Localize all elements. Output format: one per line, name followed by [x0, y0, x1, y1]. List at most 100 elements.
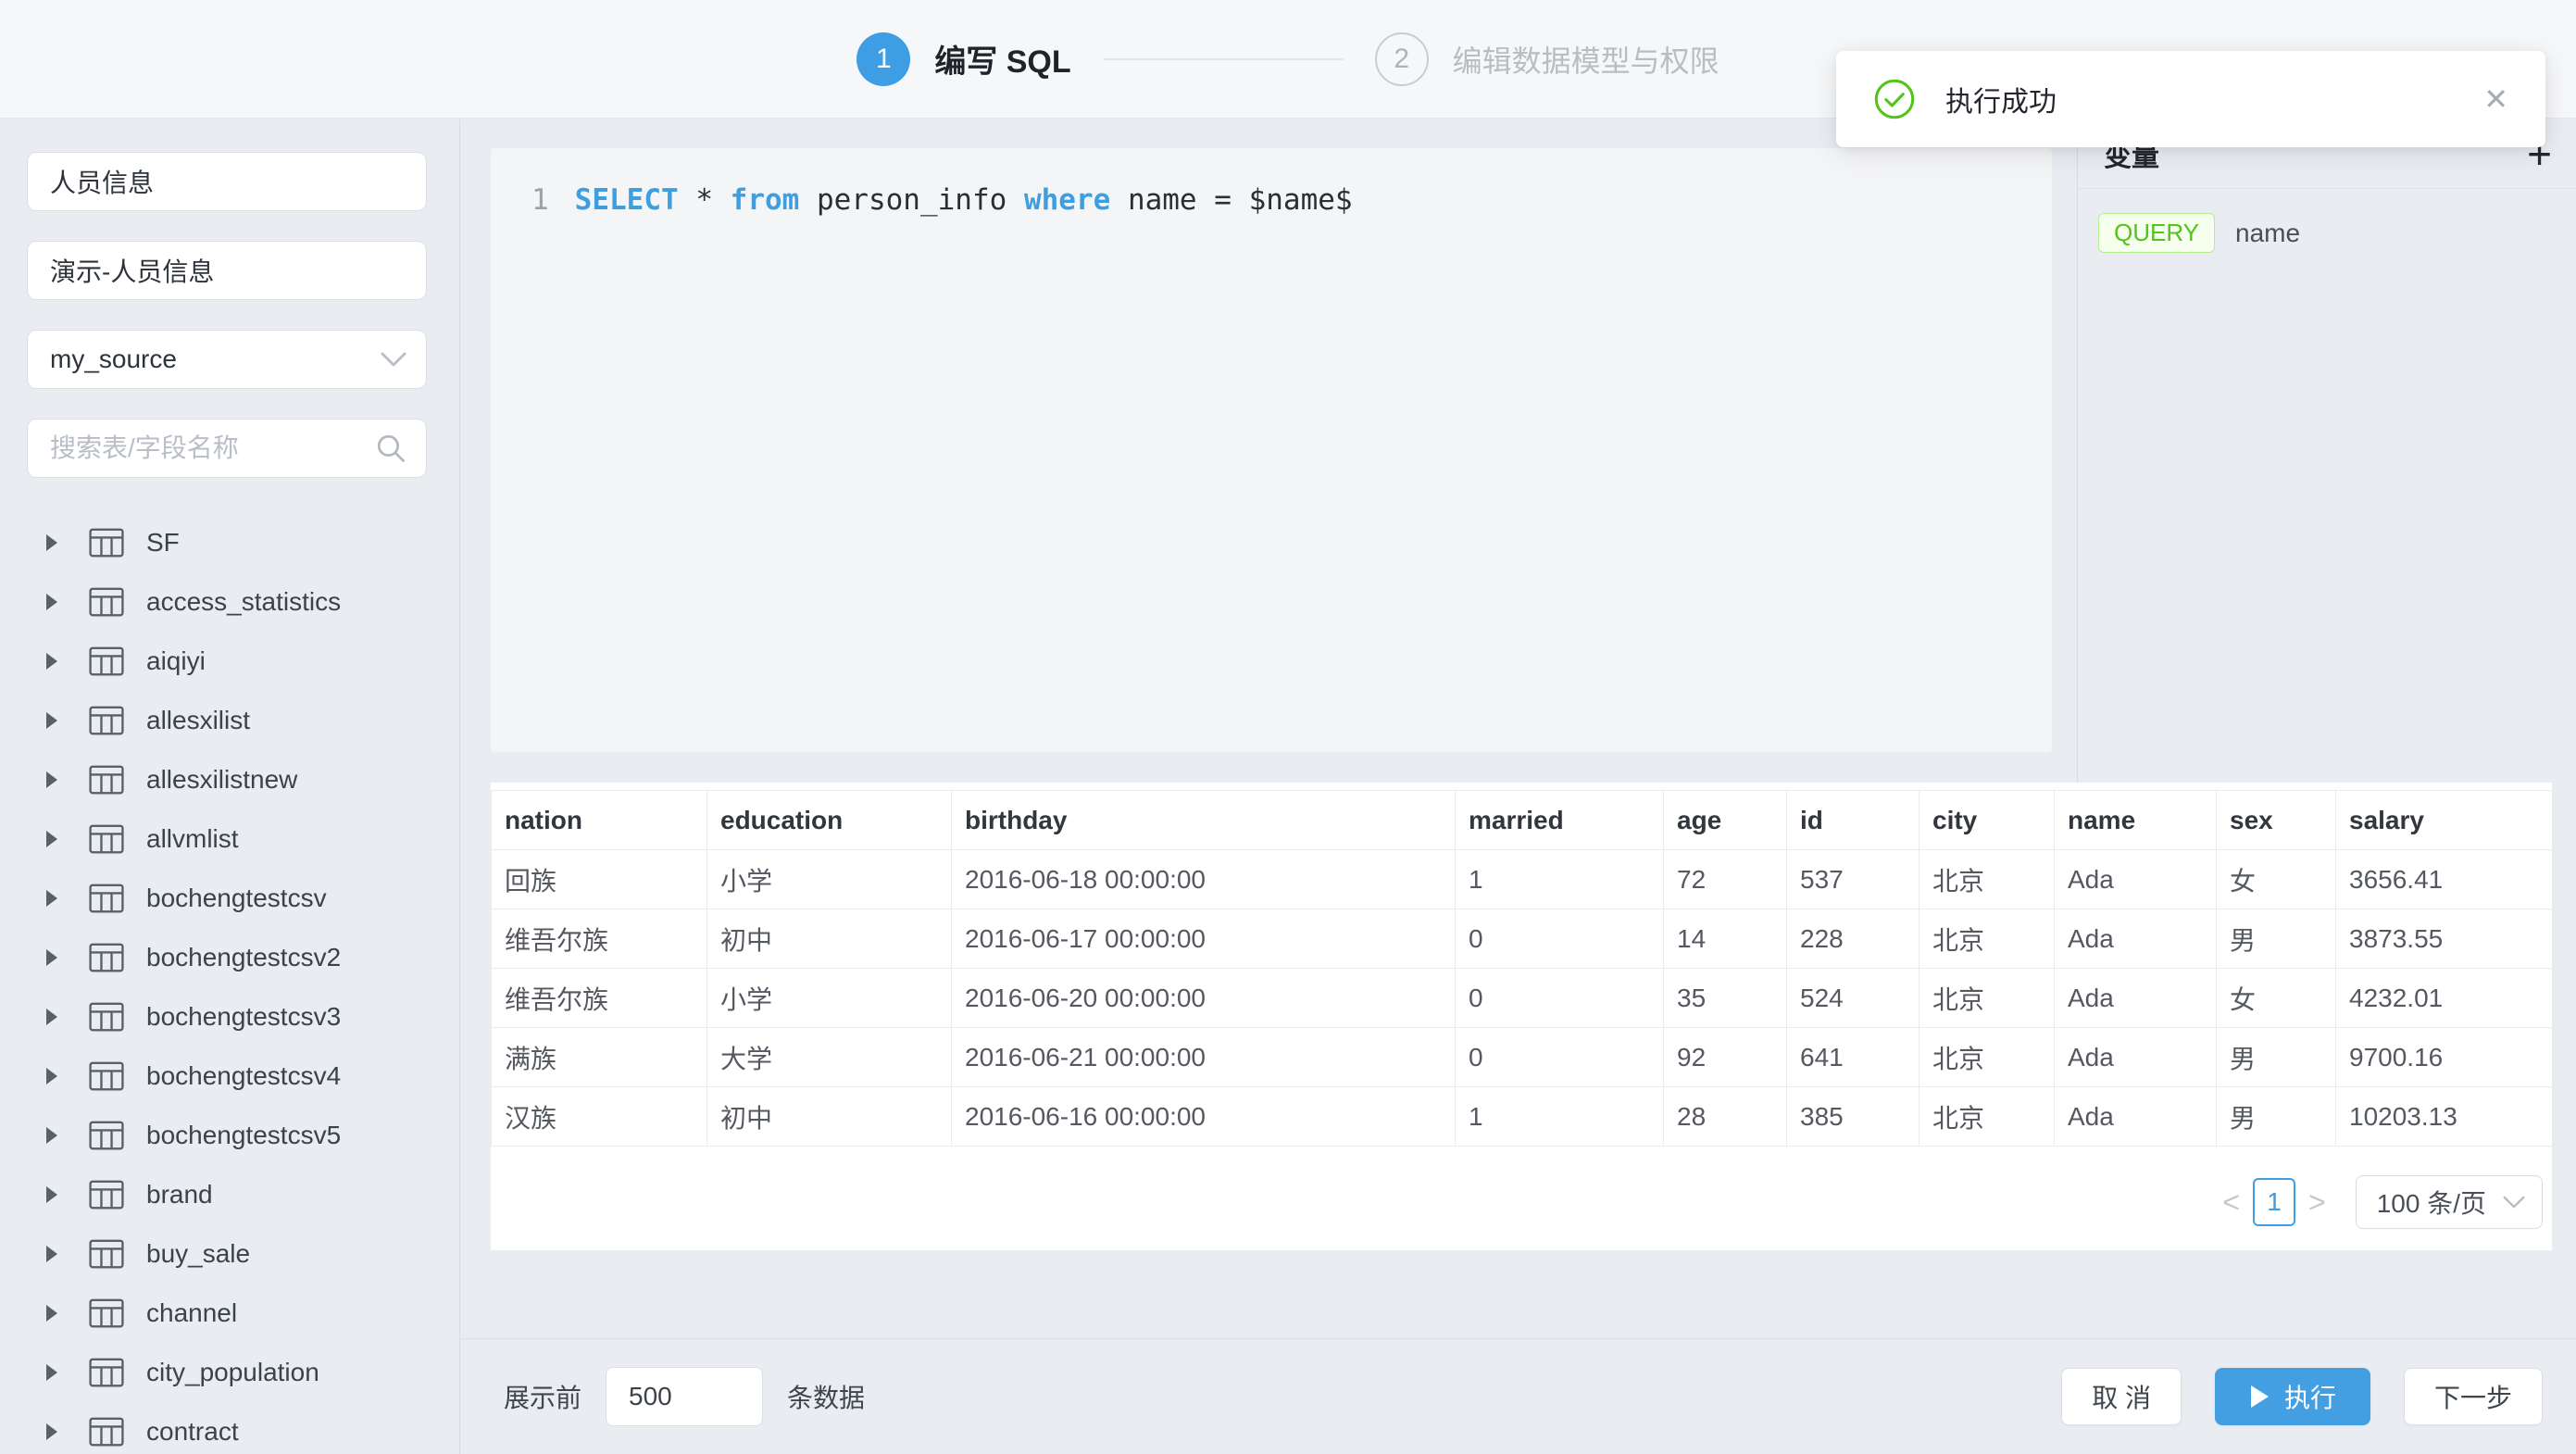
caret-right-icon[interactable] [44, 889, 59, 908]
step-2-edit-model[interactable]: 2 编辑数据模型与权限 [1375, 32, 1719, 86]
tree-item-bochengtestcsv2[interactable]: bochengtestcsv2 [0, 928, 459, 987]
caret-right-icon[interactable] [44, 652, 59, 671]
column-header-city: city [1919, 791, 2055, 850]
tree-item-label: bochengtestcsv5 [146, 1121, 341, 1150]
table-grid-icon [89, 706, 124, 735]
page-size-value: 100 条/页 [2377, 1184, 2486, 1221]
tree-item-SF[interactable]: SF [0, 513, 459, 572]
tree-item-aiqiyi[interactable]: aiqiyi [0, 632, 459, 691]
close-icon[interactable]: ✕ [2483, 81, 2508, 117]
caret-right-icon[interactable] [44, 948, 59, 967]
tree-item-bochengtestcsv5[interactable]: bochengtestcsv5 [0, 1106, 459, 1165]
cell-birthday: 2016-06-18 00:00:00 [952, 850, 1456, 909]
sql-token: from [731, 183, 800, 217]
cell-married: 0 [1456, 909, 1664, 969]
model-name-input[interactable] [27, 152, 427, 211]
tree-item-brand[interactable]: brand [0, 1165, 459, 1224]
tree-item-label: allesxilistnew [146, 765, 297, 795]
caret-right-icon[interactable] [44, 533, 59, 552]
datasource-select-value: my_source [50, 345, 177, 374]
sql-token: person_info [799, 183, 1024, 217]
variable-type-tag: QUERY [2098, 213, 2215, 253]
next-step-button[interactable]: 下一步 [2404, 1368, 2543, 1425]
cell-id: 537 [1787, 850, 1919, 909]
step-1-write-sql[interactable]: 1 编写 SQL [857, 32, 1070, 86]
caret-right-icon[interactable] [44, 1008, 59, 1026]
table-grid-icon [89, 943, 124, 972]
variables-list: QUERY name [2078, 189, 2576, 277]
line-number: 1 [531, 172, 549, 228]
page-number-button[interactable]: 1 [2253, 1178, 2295, 1226]
caret-right-icon[interactable] [44, 771, 59, 789]
cell-id: 641 [1787, 1028, 1919, 1087]
table-grid-icon [89, 765, 124, 795]
table-grid-icon [89, 1121, 124, 1150]
cell-married: 0 [1456, 969, 1664, 1028]
next-page-button[interactable]: > [2295, 1185, 2339, 1220]
tree-item-city_population[interactable]: city_population [0, 1343, 459, 1402]
cell-nation: 回族 [492, 850, 707, 909]
row-limit-input[interactable] [606, 1367, 763, 1426]
cell-age: 28 [1664, 1087, 1787, 1147]
cell-id: 385 [1787, 1087, 1919, 1147]
tree-item-access_statistics[interactable]: access_statistics [0, 572, 459, 632]
cell-salary: 3656.41 [2336, 850, 2553, 909]
page-size-select[interactable]: 100 条/页 [2356, 1175, 2543, 1229]
datasource-select[interactable]: my_source [27, 330, 427, 389]
cell-education: 小学 [707, 850, 952, 909]
table-grid-icon [89, 1358, 124, 1387]
execute-button-label: 执行 [2284, 1378, 2336, 1415]
cell-salary: 10203.13 [2336, 1087, 2553, 1147]
variable-item-name[interactable]: QUERY name [2098, 213, 2556, 253]
tree-item-allvmlist[interactable]: allvmlist [0, 809, 459, 869]
caret-right-icon[interactable] [44, 1304, 59, 1322]
cell-sex: 男 [2217, 1028, 2336, 1087]
cell-city: 北京 [1919, 1087, 2055, 1147]
column-header-birthday: birthday [952, 791, 1456, 850]
caret-right-icon[interactable] [44, 1423, 59, 1441]
caret-right-icon[interactable] [44, 1245, 59, 1263]
stepper-connector [1103, 58, 1344, 60]
tree-item-bochengtestcsv[interactable]: bochengtestcsv [0, 869, 459, 928]
results-table: nationeducationbirthdaymarriedageidcityn… [491, 790, 2553, 1147]
column-header-salary: salary [2336, 791, 2553, 850]
sidebar: my_source SFaccess_statisticsaiqiyialles… [0, 119, 460, 1454]
sql-token: SELECT [575, 183, 679, 217]
tree-item-contract[interactable]: contract [0, 1402, 459, 1454]
tree-item-label: contract [146, 1417, 239, 1447]
table-search-input[interactable] [27, 419, 427, 478]
tree-item-label: city_population [146, 1358, 319, 1387]
display-name-input[interactable] [27, 241, 427, 300]
cell-nation: 汉族 [492, 1087, 707, 1147]
caret-right-icon[interactable] [44, 711, 59, 730]
tree-item-allesxilistnew[interactable]: allesxilistnew [0, 750, 459, 809]
caret-right-icon[interactable] [44, 1363, 59, 1382]
tree-item-channel[interactable]: channel [0, 1284, 459, 1343]
cell-birthday: 2016-06-16 00:00:00 [952, 1087, 1456, 1147]
caret-right-icon[interactable] [44, 830, 59, 848]
execute-button[interactable]: 执行 [2215, 1368, 2370, 1425]
cell-nation: 维吾尔族 [492, 969, 707, 1028]
tree-item-buy_sale[interactable]: buy_sale [0, 1224, 459, 1284]
tree-item-allesxilist[interactable]: allesxilist [0, 691, 459, 750]
tree-item-bochengtestcsv4[interactable]: bochengtestcsv4 [0, 1047, 459, 1106]
table-grid-icon [89, 1298, 124, 1328]
caret-right-icon[interactable] [44, 1126, 59, 1145]
sql-editor[interactable]: 1SELECT * from person_info where name = … [491, 148, 2052, 752]
sql-token: * [679, 183, 731, 217]
cell-education: 小学 [707, 969, 952, 1028]
caret-right-icon[interactable] [44, 593, 59, 611]
column-header-education: education [707, 791, 952, 850]
cancel-button[interactable]: 取 消 [2061, 1368, 2182, 1425]
caret-right-icon[interactable] [44, 1067, 59, 1085]
sql-code-line: 1SELECT * from person_info where name = … [531, 172, 2033, 228]
tree-item-bochengtestcsv3[interactable]: bochengtestcsv3 [0, 987, 459, 1047]
play-icon [2249, 1385, 2270, 1409]
prev-page-button[interactable]: < [2209, 1185, 2253, 1220]
column-header-name: name [2055, 791, 2217, 850]
results-header-row: nationeducationbirthdaymarriedageidcityn… [492, 791, 2553, 850]
column-header-sex: sex [2217, 791, 2336, 850]
caret-right-icon[interactable] [44, 1185, 59, 1204]
variable-name: name [2235, 219, 2300, 248]
cell-nation: 维吾尔族 [492, 909, 707, 969]
